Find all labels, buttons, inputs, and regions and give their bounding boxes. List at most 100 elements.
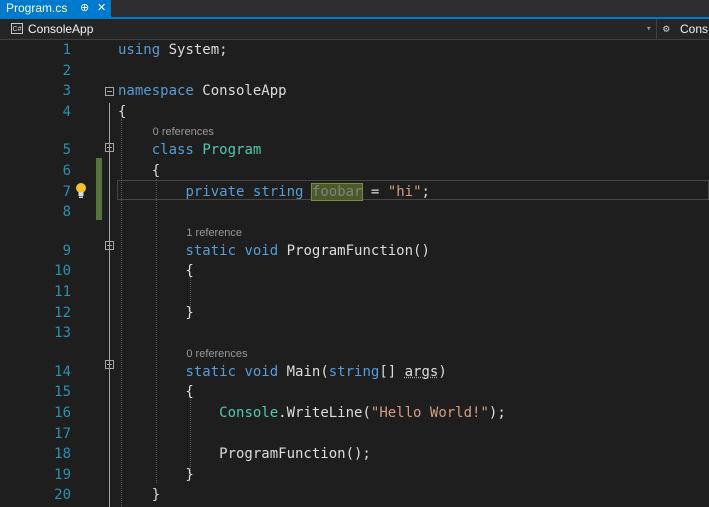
code-line[interactable]: 20 } xyxy=(0,485,709,506)
line-number: 19 xyxy=(54,466,71,483)
code-token: string xyxy=(328,363,380,380)
line-number: 12 xyxy=(54,304,71,321)
close-icon[interactable]: ✕ xyxy=(97,0,106,17)
pin-icon[interactable]: ⊕ xyxy=(80,0,89,17)
code-text: private string foobar = "hi"; xyxy=(118,182,430,203)
csharp-project-icon: C# xyxy=(11,23,23,34)
code-token: static xyxy=(185,242,237,259)
codelens-references[interactable]: 0 references xyxy=(153,123,214,141)
line-number: 7 xyxy=(62,183,71,200)
chevron-down-icon: ▾ xyxy=(646,24,652,34)
code-line[interactable]: 6 { xyxy=(0,161,709,182)
code-line[interactable]: 14 static void Main(string[] args) xyxy=(0,362,709,383)
code-token: args xyxy=(404,363,439,380)
code-token: = xyxy=(362,183,388,200)
code-line[interactable]: 13 xyxy=(0,323,709,344)
code-token: { xyxy=(118,103,127,120)
code-token: ConsoleApp xyxy=(193,83,287,100)
code-token: ProgramFunction(); xyxy=(118,446,371,463)
code-line[interactable]: 9 static void ProgramFunction() xyxy=(0,241,709,262)
navigation-bar: C# ConsoleApp ▾ ⚙ Cons xyxy=(0,19,709,40)
line-number: 9 xyxy=(62,242,71,259)
line-number: 11 xyxy=(54,284,71,300)
tab-title: Program.cs xyxy=(6,1,68,15)
code-token: Program xyxy=(202,142,262,159)
code-token: .WriteLine( xyxy=(278,405,371,421)
line-number: 3 xyxy=(62,83,71,100)
code-token: static xyxy=(185,363,237,380)
code-token: void xyxy=(244,242,279,259)
code-line[interactable]: 12 } xyxy=(0,303,709,324)
line-number: 5 xyxy=(62,142,71,159)
codelens-references[interactable]: 0 references xyxy=(186,345,247,363)
code-token: "Hello World!" xyxy=(370,405,489,421)
code-text: using System; xyxy=(118,40,228,61)
codelens-references[interactable]: 1 reference xyxy=(186,224,242,242)
code-line[interactable]: 17 xyxy=(0,424,709,445)
code-token: using xyxy=(118,42,161,58)
code-editor[interactable]: 1 using System; 2 3 namespace ConsoleApp 4{0 … xyxy=(0,40,709,507)
code-line[interactable]: 7 private string foobar = "hi"; xyxy=(0,182,709,203)
code-token: [] xyxy=(379,363,405,380)
line-number: 15 xyxy=(54,384,71,401)
code-text: } xyxy=(118,465,194,486)
line-number: 6 xyxy=(62,163,71,179)
code-token: class xyxy=(151,142,194,159)
code-token: void xyxy=(244,363,279,380)
code-line[interactable]: 1 using System; xyxy=(0,40,709,61)
project-dropdown[interactable]: C# ConsoleApp ▾ xyxy=(0,19,657,39)
type-dropdown-label[interactable]: Cons xyxy=(680,19,708,39)
code-text: ProgramFunction(); xyxy=(118,444,371,465)
project-name: ConsoleApp xyxy=(28,22,94,36)
tab-program-cs[interactable]: Program.cs ⊕ ✕ xyxy=(0,0,111,17)
code-token: "hi" xyxy=(387,183,422,200)
code-line[interactable]: 19 } xyxy=(0,465,709,486)
code-token: { xyxy=(118,263,194,280)
code-token: Main( xyxy=(278,363,329,380)
code-text: static void Main(string[] args) xyxy=(118,362,447,383)
code-line[interactable]: 15 { xyxy=(0,382,709,403)
code-line[interactable]: 18 ProgramFunction(); xyxy=(0,444,709,465)
code-token: } xyxy=(118,466,194,483)
line-number: 8 xyxy=(62,204,71,221)
code-token: ) xyxy=(438,363,447,380)
class-members-icon: ⚙ xyxy=(663,22,670,35)
code-token: foobar xyxy=(310,182,364,201)
code-token: } xyxy=(118,487,161,504)
line-number: 1 xyxy=(62,42,71,58)
code-token: { xyxy=(118,384,194,401)
code-line[interactable]: 3 namespace ConsoleApp xyxy=(0,81,709,102)
code-token: ; xyxy=(421,183,430,200)
code-token: ProgramFunction() xyxy=(278,242,430,259)
line-number: 4 xyxy=(62,103,71,120)
code-token: { xyxy=(118,163,161,179)
code-token: Console xyxy=(219,405,279,421)
code-line[interactable]: 2 xyxy=(0,61,709,82)
code-line[interactable]: 16 Console.WriteLine("Hello World!"); xyxy=(0,403,709,424)
code-line[interactable]: 8 xyxy=(0,202,709,223)
code-text: { xyxy=(118,261,194,282)
code-line[interactable]: 4{ xyxy=(0,102,709,123)
document-tab-bar: Program.cs ⊕ ✕ xyxy=(0,0,709,19)
line-number: 10 xyxy=(54,263,71,280)
code-text: static void ProgramFunction() xyxy=(118,241,430,262)
code-line[interactable]: 10 { xyxy=(0,261,709,282)
code-line[interactable]: 11 xyxy=(0,282,709,303)
code-token: private xyxy=(185,183,245,200)
line-number: 20 xyxy=(54,487,71,504)
code-text: Console.WriteLine("Hello World!"); xyxy=(118,403,506,424)
code-token: namespace xyxy=(118,83,194,100)
code-token: System; xyxy=(160,42,228,58)
code-token: string xyxy=(252,183,304,200)
line-number: 13 xyxy=(54,325,71,342)
code-text: { xyxy=(118,382,194,403)
code-text: } xyxy=(118,303,193,324)
code-line[interactable]: 5 class Program xyxy=(0,140,709,161)
code-token: ); xyxy=(488,405,506,421)
